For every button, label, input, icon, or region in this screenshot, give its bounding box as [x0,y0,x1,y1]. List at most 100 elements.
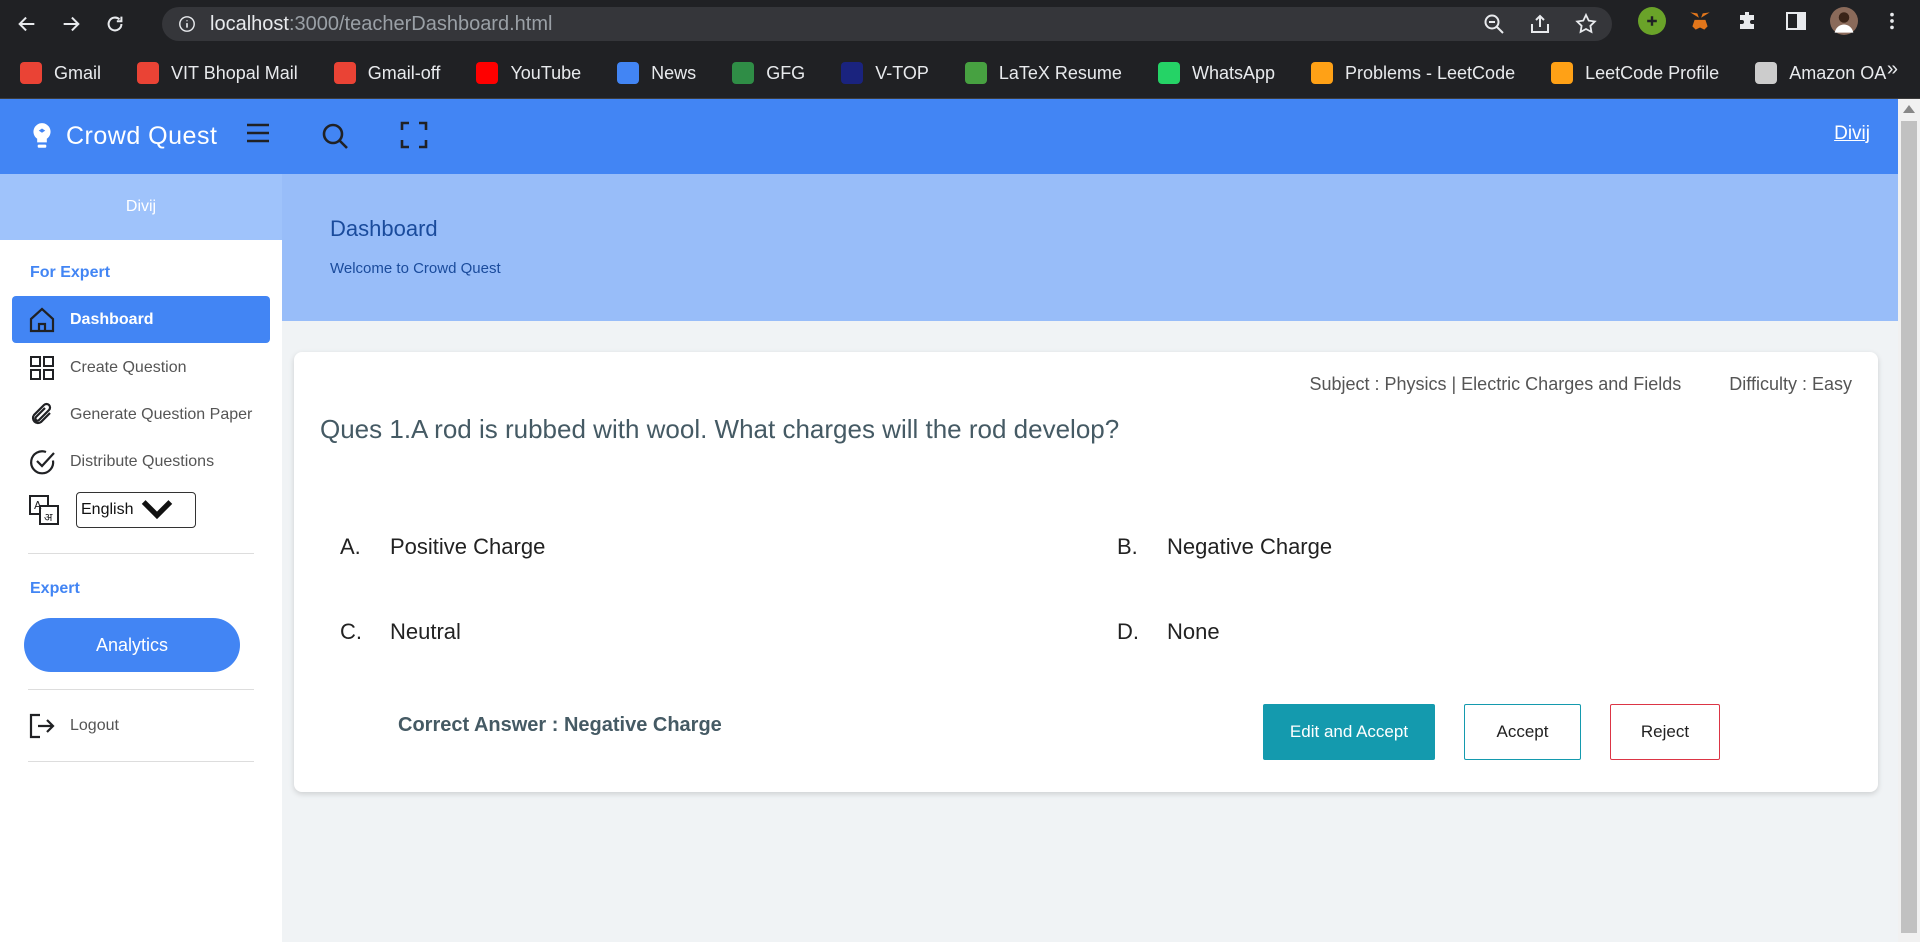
option-b: B. Negative Charge [1117,534,1332,560]
globe-icon [1755,62,1778,84]
chevron-down-icon [141,500,173,520]
analytics-button[interactable]: Analytics [24,618,240,672]
metamask-icon[interactable] [1686,7,1714,35]
language-select[interactable]: English [76,492,196,528]
question-text: Ques 1.A rod is rubbed with wool. What c… [320,414,1120,444]
leetcode-icon [1311,62,1333,84]
extension-plus-icon[interactable] [1638,7,1666,35]
question-card: Subject : Physics | Electric Charges and… [294,352,1878,792]
overleaf-icon [964,62,987,84]
bookmark-label: VIT Bhopal Mail [171,62,298,83]
sidebar-divider [28,761,254,762]
sidebar-item-dashboard[interactable]: Dashboard [12,296,270,343]
page-subtitle: Welcome to Crowd Quest [330,260,501,277]
sidebar-item-create-question[interactable]: Create Question [12,344,270,391]
correct-answer: Correct Answer : Negative Charge [398,714,722,736]
hamburger-menu-icon[interactable] [246,123,270,143]
option-text: Neutral [390,619,461,644]
scrollbar-thumb[interactable] [1901,121,1917,933]
sidepanel-icon[interactable] [1782,7,1810,35]
sidebar-item-logout[interactable]: Logout [12,702,270,749]
google-news-icon [617,62,640,84]
reload-icon [107,16,123,32]
logout-icon [29,713,55,738]
bookmark-item[interactable]: WhatsApp [1157,62,1275,84]
bookmark-label: LaTeX Resume [998,62,1122,83]
option-text: Negative Charge [1167,534,1333,559]
bookmark-label: YouTube [510,62,582,83]
bookmark-label: Gmail-off [367,62,441,83]
bookmark-item[interactable]: YouTube [476,62,581,84]
sidebar-item-label: Logout [70,716,119,734]
bookmarks-overflow-button[interactable]: » [1887,58,1898,81]
page-title: Dashboard [330,216,438,241]
search-icon[interactable] [320,121,350,151]
sidebar-section-expert: Expert [30,580,80,597]
bookmark-item[interactable]: LeetCode Profile [1551,62,1719,84]
profile-avatar[interactable] [1830,7,1858,35]
scroll-up-arrow-icon[interactable] [1903,105,1915,113]
bookmark-item[interactable]: Gmail-off [333,62,441,84]
arrow-left-icon [18,16,35,32]
gmail-icon [333,62,356,84]
url-text: localhost:3000/teacherDashboard.html [210,12,553,35]
bookmarks-bar: Gmail VIT Bhopal Mail Gmail-off YouTube News… [0,48,1920,99]
bookmark-item[interactable]: Amazon OA [1755,62,1886,84]
fullscreen-icon[interactable] [400,121,428,149]
question-meta: Subject : Physics | Electric Charges and… [1309,374,1852,395]
leetcode-icon [1551,62,1574,84]
share-icon[interactable] [1528,12,1552,36]
bookmark-item[interactable]: GFG [732,62,805,84]
whatsapp-icon [1157,62,1180,84]
bookmark-label: WhatsApp [1191,62,1275,83]
zoom-icon[interactable] [1482,12,1506,36]
brand-name: Crowd Quest [66,121,218,150]
bookmark-label: Gmail [54,62,102,83]
sidebar-item-label: Distribute Questions [70,452,215,470]
bookmark-item[interactable]: News [617,62,696,84]
edit-and-accept-button[interactable]: Edit and Accept [1263,704,1435,760]
back-button[interactable] [10,7,44,41]
bookmark-item[interactable]: Problems - LeetCode [1311,62,1515,84]
sidebar: Divij For Expert Dashboard Create Questi… [0,174,282,942]
arrow-right-icon [63,16,80,32]
star-icon[interactable] [1574,12,1598,36]
sidebar-item-generate-question-paper[interactable]: Generate Question Paper [12,391,270,438]
bookmark-item[interactable]: LaTeX Resume [964,62,1122,84]
sidebar-item-distribute-questions[interactable]: Distribute Questions [12,438,270,485]
brand-logo[interactable]: Crowd Quest [28,121,217,151]
app: Crowd Quest Divij Divij For Expert Dashb… [0,99,1898,942]
svg-text:A: A [34,499,42,512]
puzzle-icon[interactable] [1734,7,1762,35]
svg-text:अ: अ [44,511,53,524]
reload-button[interactable] [98,7,132,41]
option-a: A. Positive Charge [340,534,545,560]
option-letter: C. [340,619,362,644]
browser-toolbar: localhost:3000/teacherDashboard.html [0,0,1920,48]
bookmark-label: News [651,62,697,83]
menu-dots-icon[interactable] [1878,7,1906,35]
info-icon[interactable] [178,15,196,33]
option-letter: D. [1117,619,1139,644]
main-content: Dashboard Welcome to Crowd Quest Subject… [282,174,1898,942]
bookmark-item[interactable]: Gmail [20,62,101,84]
address-bar[interactable]: localhost:3000/teacherDashboard.html [162,7,1612,41]
page-header-banner: Dashboard Welcome to Crowd Quest [282,174,1898,321]
lightbulb-icon [33,123,51,148]
forward-button[interactable] [54,7,88,41]
user-menu-link[interactable]: Divij [1834,123,1870,145]
bookmark-item[interactable]: VIT Bhopal Mail [137,62,298,84]
sidebar-item-label: Generate Question Paper [70,405,253,423]
option-d: D. None [1117,619,1220,645]
reject-button[interactable]: Reject [1610,704,1720,760]
bookmark-label: V-TOP [875,62,929,83]
option-text: Positive Charge [390,534,546,559]
option-letter: A. [340,534,361,559]
bookmark-item[interactable]: V-TOP [841,62,929,84]
accept-button[interactable]: Accept [1464,704,1581,760]
page-scrollbar[interactable] [1898,99,1920,942]
sidebar-item-label: Dashboard [70,310,154,328]
option-text: None [1167,619,1220,644]
check-circle-icon [30,449,55,474]
youtube-icon [476,62,499,84]
